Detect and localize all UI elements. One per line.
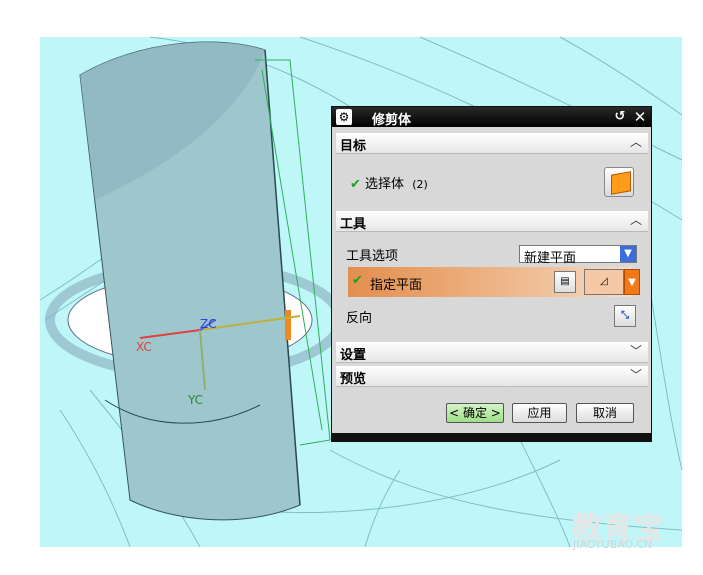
chevron-up-icon[interactable]: ︿ — [628, 212, 644, 228]
chevron-up-icon[interactable]: ︿ — [628, 134, 644, 150]
plane-handle — [285, 310, 291, 340]
axis-label-zc: ZC — [200, 317, 217, 331]
select-body-label: 选择体 — [365, 177, 405, 192]
chevron-down-icon[interactable]: ▼ — [620, 246, 636, 262]
plane-type-icon[interactable]: ◿ — [584, 269, 624, 295]
chevron-down-icon[interactable]: ▼ — [624, 269, 640, 295]
cancel-button[interactable]: 取消 — [576, 403, 634, 423]
reverse-direction-icon[interactable]: ⤡ — [614, 305, 636, 327]
section-tool-header[interactable]: 工具 ︿ — [336, 211, 648, 232]
axis-label-yc: YC — [187, 393, 203, 407]
dialog-title: 修剪体 — [372, 113, 412, 128]
axis-label-xc: XC — [136, 340, 152, 354]
tool-option-select[interactable]: 新建平面 ▼ — [519, 245, 637, 266]
check-icon: ✔ — [350, 177, 361, 192]
chevron-down-icon[interactable]: ﹀ — [628, 343, 644, 359]
dialog-titlebar: ⚙ 修剪体 ↺ ✕ — [332, 107, 651, 128]
section-tool-label: 工具 — [340, 217, 367, 232]
reset-icon[interactable]: ↺ — [612, 109, 628, 125]
dialog-bottom-bar — [332, 433, 651, 441]
tool-option-label: 工具选项 — [346, 249, 399, 264]
section-preview-label: 预览 — [340, 372, 367, 387]
gear-icon[interactable]: ⚙ — [336, 109, 352, 125]
select-body-count: (2) — [412, 178, 428, 191]
section-settings-header[interactable]: 设置 ﹀ — [336, 342, 648, 363]
close-icon[interactable]: ✕ — [632, 109, 648, 125]
check-icon: ✔ — [352, 273, 363, 288]
section-preview-header[interactable]: 预览 ﹀ — [336, 366, 648, 387]
chevron-down-icon[interactable]: ﹀ — [628, 367, 644, 383]
tool-option-value: 新建平面 — [524, 251, 577, 266]
cube-icon — [611, 171, 631, 195]
select-body-button[interactable] — [604, 167, 634, 197]
section-target-label: 目标 — [340, 139, 367, 154]
section-settings-label: 设置 — [340, 348, 367, 363]
apply-button[interactable]: 应用 — [512, 403, 567, 423]
section-target-header[interactable]: 目标 ︿ — [336, 133, 648, 154]
select-body-row[interactable]: ✔ 选择体 (2) — [350, 173, 550, 192]
specify-plane-label: 指定平面 — [370, 278, 423, 293]
cad-application: XC YC ZC ⚙ 修剪体 ↺ ✕ 目标 ︿ ✔ 选择体 (2) 工具 ︿ 工… — [0, 0, 703, 575]
watermark-url: JIAOYUBAO.CN — [573, 538, 653, 551]
ok-button[interactable]: < 确定 > — [446, 403, 504, 423]
reverse-label: 反向 — [346, 311, 373, 326]
trim-body-dialog: ⚙ 修剪体 ↺ ✕ 目标 ︿ ✔ 选择体 (2) 工具 ︿ 工具选项 新建平面 … — [331, 106, 652, 442]
plane-dialog-icon[interactable]: ▤ — [554, 271, 576, 293]
